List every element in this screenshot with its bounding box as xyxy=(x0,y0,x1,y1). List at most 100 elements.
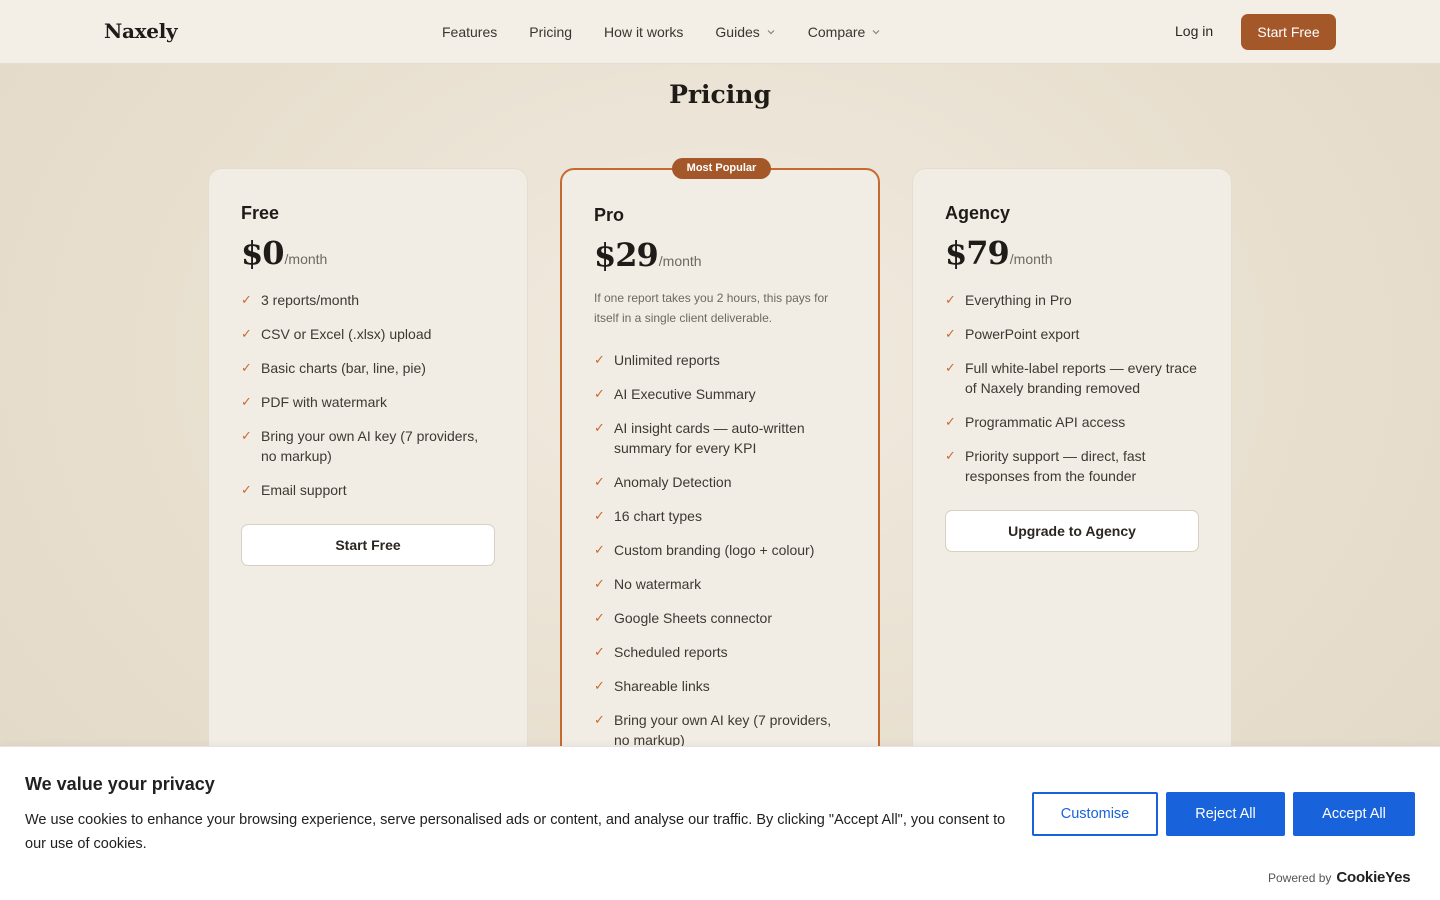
cookie-title: We value your privacy xyxy=(25,774,215,794)
feature-text: Anomaly Detection xyxy=(614,474,732,490)
list-item: ✓ PDF with watermark xyxy=(241,392,495,412)
list-item: ✓ 3 reports/month xyxy=(241,290,495,310)
list-item: ✓ 16 chart types xyxy=(594,506,846,526)
price-row: $29 /month xyxy=(594,236,846,274)
feature-text: Programmatic API access xyxy=(965,414,1126,430)
feature-text: Full white-label reports — every trace o… xyxy=(965,360,1197,396)
nav-link-guides[interactable]: Guides xyxy=(715,24,775,40)
list-item: ✓ Bring your own AI key (7 providers, no … xyxy=(241,426,495,466)
list-item: ✓ Full white-label reports — every trace … xyxy=(945,358,1199,398)
feature-text: No watermark xyxy=(614,576,702,592)
list-item: ✓ CSV or Excel (.xlsx) upload xyxy=(241,324,495,344)
feature-text: Basic charts (bar, line, pie) xyxy=(261,360,426,376)
nav-link-features[interactable]: Features xyxy=(442,24,497,40)
plan-period: /month xyxy=(658,253,702,269)
most-popular-badge: Most Popular xyxy=(672,158,771,179)
list-item: ✓ AI insight cards — auto-written summary… xyxy=(594,418,846,458)
feature-text: Scheduled reports xyxy=(614,644,728,660)
check-icon: ✓ xyxy=(594,644,605,659)
feature-list: ✓ Everything in Pro ✓ PowerPoint export ✓ F… xyxy=(945,290,1199,486)
check-icon: ✓ xyxy=(241,482,252,497)
check-icon: ✓ xyxy=(594,386,605,401)
check-icon: ✓ xyxy=(594,576,605,591)
plan-pitch: If one report takes you 2 hours, this pa… xyxy=(594,291,829,325)
list-item: ✓ Priority support — direct, fast respons… xyxy=(945,446,1199,486)
price-row: $79 /month xyxy=(945,234,1199,272)
accept-all-button[interactable]: Accept All xyxy=(1293,792,1415,836)
plan-name: Pro xyxy=(594,205,625,225)
cookie-consent-banner: We value your privacy We use cookies to … xyxy=(0,746,1440,900)
check-icon: ✓ xyxy=(594,508,605,523)
nav-link-compare[interactable]: Compare xyxy=(808,24,882,40)
feature-text: Google Sheets connector xyxy=(614,610,772,626)
login-link[interactable]: Log in xyxy=(1175,23,1213,39)
plan-period: /month xyxy=(1009,251,1053,267)
check-icon: ✓ xyxy=(945,326,956,341)
feature-text: AI insight cards — auto-written summary … xyxy=(614,420,805,456)
reject-all-button[interactable]: Reject All xyxy=(1166,792,1285,836)
list-item: ✓ Shareable links xyxy=(594,676,846,696)
check-icon: ✓ xyxy=(241,394,252,409)
plan-period: /month xyxy=(284,251,328,267)
list-item: ✓ Everything in Pro xyxy=(945,290,1199,310)
start-free-nav-button[interactable]: Start Free xyxy=(1241,14,1336,50)
plan-price: $79 xyxy=(945,234,1010,272)
chevron-down-icon xyxy=(767,30,775,35)
plan-price: $29 xyxy=(594,236,659,274)
check-icon: ✓ xyxy=(945,414,956,429)
feature-text: Priority support — direct, fast response… xyxy=(965,448,1146,484)
feature-text: PDF with watermark xyxy=(261,394,388,410)
check-icon: ✓ xyxy=(594,420,605,435)
powered-by-label: Powered by xyxy=(1268,870,1332,885)
start-free-button[interactable]: Start Free xyxy=(241,524,495,566)
nav-link-label: Guides xyxy=(715,24,760,40)
check-icon: ✓ xyxy=(945,292,956,307)
list-item: ✓ Unlimited reports xyxy=(594,350,846,370)
plan-card-pro: Most Popular Pro $29 /month If one repor… xyxy=(560,158,880,808)
nav-link-pricing[interactable]: Pricing xyxy=(529,24,572,40)
nav-links: Features Pricing How it works Guides Com… xyxy=(442,0,881,64)
customise-button[interactable]: Customise xyxy=(1032,792,1158,836)
plan-name: Agency xyxy=(945,203,1011,223)
plan-price: $0 xyxy=(241,234,285,272)
check-icon: ✓ xyxy=(594,352,605,367)
cookieyes-logo[interactable]: CookieYes xyxy=(1336,869,1410,886)
feature-text: Everything in Pro xyxy=(965,292,1072,308)
nav-link-how-it-works[interactable]: How it works xyxy=(604,24,683,40)
check-icon: ✓ xyxy=(594,474,605,489)
check-icon: ✓ xyxy=(241,292,252,307)
check-icon: ✓ xyxy=(241,428,252,443)
feature-text: Bring your own AI key (7 providers, no m… xyxy=(261,428,479,464)
page-title: Pricing xyxy=(669,80,771,109)
list-item: ✓ Basic charts (bar, line, pie) xyxy=(241,358,495,378)
feature-text: 16 chart types xyxy=(614,508,702,524)
list-item: ✓ AI Executive Summary xyxy=(594,384,846,404)
feature-text: Custom branding (logo + colour) xyxy=(614,542,815,558)
chevron-down-icon xyxy=(872,30,880,35)
check-icon: ✓ xyxy=(594,712,605,727)
nav-link-label: Features xyxy=(442,24,498,40)
check-icon: ✓ xyxy=(945,448,956,463)
check-icon: ✓ xyxy=(594,678,605,693)
feature-text: CSV or Excel (.xlsx) upload xyxy=(261,326,432,342)
upgrade-to-agency-button[interactable]: Upgrade to Agency xyxy=(945,510,1199,552)
logo[interactable]: Naxely xyxy=(104,19,178,43)
list-item: ✓ Bring your own AI key (7 providers, no … xyxy=(594,710,846,750)
check-icon: ✓ xyxy=(594,610,605,625)
check-icon: ✓ xyxy=(241,326,252,341)
plan-card-agency: Agency $79 /month ✓ Everything in Pro ✓ Po… xyxy=(912,168,1232,808)
list-item: ✓ No watermark xyxy=(594,574,846,594)
list-item: ✓ Google Sheets connector xyxy=(594,608,846,628)
check-icon: ✓ xyxy=(241,360,252,375)
nav-link-label: Compare xyxy=(807,24,866,40)
list-item: ✓ Programmatic API access xyxy=(945,412,1199,432)
nav-link-label: How it works xyxy=(604,24,684,40)
cookie-description: We use cookies to enhance your browsing … xyxy=(25,812,1006,852)
feature-text: Bring your own AI key (7 providers, no m… xyxy=(614,712,832,748)
top-navbar: Naxely Features Pricing How it works Gui… xyxy=(0,0,1440,64)
feature-text: AI Executive Summary xyxy=(614,386,756,402)
plan-card-free: Free $0 /month ✓ 3 reports/month ✓ CSV or … xyxy=(208,168,528,808)
powered-by: Powered by CookieYes xyxy=(1268,869,1411,886)
price-row: $0 /month xyxy=(241,234,495,272)
feature-text: Unlimited reports xyxy=(614,352,720,368)
